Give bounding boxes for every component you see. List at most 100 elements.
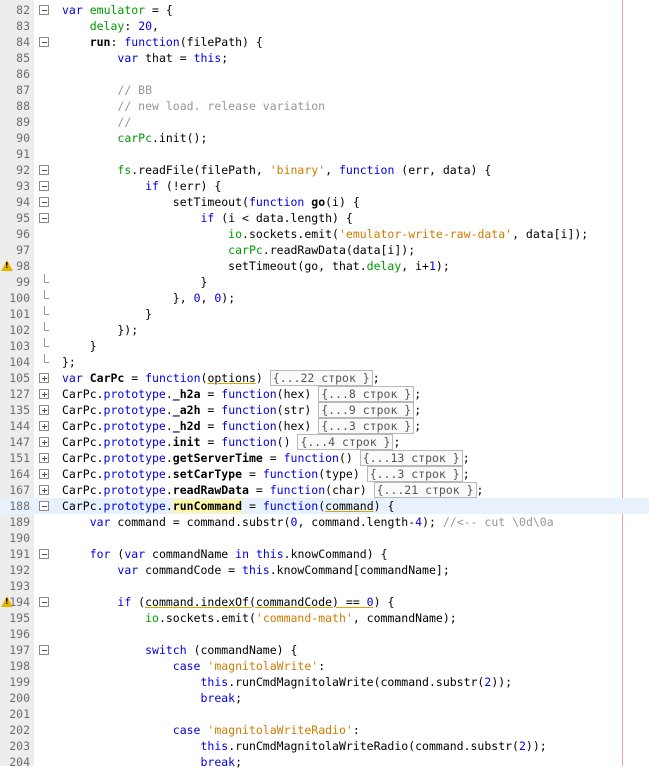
line-number[interactable]: 96 <box>0 226 30 242</box>
line-number[interactable]: 188 <box>0 498 30 514</box>
code-text[interactable]: var commandCode = this.knowCommand[comma… <box>62 562 449 578</box>
code-text[interactable]: var emulator = { <box>62 2 173 18</box>
line-number[interactable]: 91 <box>0 146 30 162</box>
code-line[interactable]: 104}; <box>0 354 649 370</box>
code-line[interactable]: 92 fs.readFile(filePath, 'binary', funct… <box>0 162 649 178</box>
code-text[interactable]: }; <box>62 354 76 370</box>
code-line[interactable]: 151 CarPc.prototype.getServerTime = funct… <box>0 450 649 466</box>
code-line[interactable]: 91 <box>0 146 649 162</box>
code-text[interactable]: CarPc.prototype.runCommand = function(co… <box>62 498 394 514</box>
line-number[interactable]: 201 <box>0 706 30 722</box>
code-line[interactable]: 204 break; <box>0 754 649 770</box>
line-number[interactable]: 82 <box>0 2 30 18</box>
code-line[interactable]: 195 io.sockets.emit('command-math', comm… <box>0 610 649 626</box>
collapse-fold-icon[interactable] <box>39 645 49 655</box>
code-line[interactable]: 199 this.runCmdMagnitolaWrite(command.su… <box>0 674 649 690</box>
line-number[interactable]: 94 <box>0 194 30 210</box>
code-line[interactable]: 83 delay: 20, <box>0 18 649 34</box>
code-text[interactable]: CarPc.prototype.readRawData = function(c… <box>62 482 483 498</box>
line-number[interactable]: 95 <box>0 210 30 226</box>
code-line[interactable]: 167 CarPc.prototype.readRawData = functio… <box>0 482 649 498</box>
line-number[interactable]: 87 <box>0 82 30 98</box>
code-text[interactable]: this.runCmdMagnitolaWrite(command.substr… <box>62 674 512 690</box>
code-text[interactable]: io.sockets.emit('command-math', commandN… <box>62 610 457 626</box>
collapse-fold-icon[interactable] <box>39 197 49 207</box>
code-text[interactable]: } <box>62 338 97 354</box>
line-number[interactable]: 164 <box>0 466 30 482</box>
line-number[interactable]: 86 <box>0 66 30 82</box>
line-number[interactable]: 197 <box>0 642 30 658</box>
line-number[interactable]: 105 <box>0 370 30 386</box>
code-line[interactable]: 103 } <box>0 338 649 354</box>
code-line[interactable]: 193 <box>0 578 649 594</box>
code-line[interactable]: 201 <box>0 706 649 722</box>
code-text[interactable]: }); <box>62 322 138 338</box>
code-line[interactable]: 89 // <box>0 114 649 130</box>
code-line[interactable]: 198 case 'magnitolaWrite': <box>0 658 649 674</box>
code-line[interactable]: 164 CarPc.prototype.setCarType = function… <box>0 466 649 482</box>
code-line[interactable]: 192 var commandCode = this.knowCommand[c… <box>0 562 649 578</box>
code-line[interactable]: 95 if (i < data.length) { <box>0 210 649 226</box>
code-text[interactable]: // BB <box>62 82 152 98</box>
code-text[interactable]: var that = this; <box>62 50 228 66</box>
code-text[interactable]: CarPc.prototype._h2d = function(hex) {..… <box>62 418 421 434</box>
line-number[interactable]: 191 <box>0 546 30 562</box>
code-line[interactable]: 196 <box>0 626 649 642</box>
line-number[interactable]: 151 <box>0 450 30 466</box>
code-text[interactable]: for (var commandName in this.knowCommand… <box>62 546 388 562</box>
line-number[interactable]: 99 <box>0 274 30 290</box>
code-text[interactable]: break; <box>62 754 242 770</box>
code-line[interactable]: 101 } <box>0 306 649 322</box>
line-number[interactable]: 90 <box>0 130 30 146</box>
code-text[interactable]: CarPc.prototype._h2a = function(hex) {..… <box>62 386 421 402</box>
line-number[interactable]: 192 <box>0 562 30 578</box>
code-line[interactable]: 88 // new load. release variation <box>0 98 649 114</box>
code-text[interactable]: run: function(filePath) { <box>62 34 263 50</box>
code-line[interactable]: 97 carPc.readRawData(data[i]); <box>0 242 649 258</box>
expand-fold-icon[interactable] <box>39 389 49 399</box>
code-editor[interactable]: 82 var emulator = {83 delay: 20, 84 run: f… <box>0 0 649 769</box>
code-text[interactable]: if (i < data.length) { <box>62 210 352 226</box>
line-number[interactable]: 189 <box>0 514 30 530</box>
code-line[interactable]: 90 carPc.init(); <box>0 130 649 146</box>
code-text[interactable]: CarPc.prototype._a2h = function(str) {..… <box>62 402 421 418</box>
code-text[interactable]: fs.readFile(filePath, 'binary', function… <box>62 162 491 178</box>
warning-icon[interactable] <box>1 596 13 607</box>
collapse-fold-icon[interactable] <box>39 37 49 47</box>
collapse-fold-icon[interactable] <box>39 213 49 223</box>
code-line[interactable]: 85 var that = this; <box>0 50 649 66</box>
code-text[interactable]: io.sockets.emit('emulator-write-raw-data… <box>62 226 588 242</box>
warning-icon[interactable] <box>1 260 13 271</box>
code-line[interactable]: 99 } <box>0 274 649 290</box>
line-number[interactable]: 102 <box>0 322 30 338</box>
code-text[interactable]: case 'magnitolaWriteRadio': <box>62 722 360 738</box>
line-number[interactable]: 93 <box>0 178 30 194</box>
code-text[interactable]: // new load. release variation <box>62 98 325 114</box>
code-text[interactable]: // <box>62 114 131 130</box>
code-line[interactable]: 96 io.sockets.emit('emulator-write-raw-d… <box>0 226 649 242</box>
code-text[interactable]: this.runCmdMagnitolaWriteRadio(command.s… <box>62 738 546 754</box>
line-number[interactable]: 104 <box>0 354 30 370</box>
line-number[interactable]: 190 <box>0 530 30 546</box>
collapse-fold-icon[interactable] <box>39 597 49 607</box>
expand-fold-icon[interactable] <box>39 405 49 415</box>
line-number[interactable]: 84 <box>0 34 30 50</box>
collapse-fold-icon[interactable] <box>39 5 49 15</box>
line-number[interactable]: 97 <box>0 242 30 258</box>
collapse-fold-icon[interactable] <box>39 501 49 511</box>
code-line[interactable]: 127 CarPc.prototype._h2a = function(hex) … <box>0 386 649 402</box>
code-line[interactable]: 135 CarPc.prototype._a2h = function(str) … <box>0 402 649 418</box>
line-number[interactable]: 147 <box>0 434 30 450</box>
code-line[interactable]: 203 this.runCmdMagnitolaWriteRadio(comma… <box>0 738 649 754</box>
line-number[interactable]: 144 <box>0 418 30 434</box>
line-number[interactable]: 89 <box>0 114 30 130</box>
code-text[interactable]: if (!err) { <box>62 178 221 194</box>
collapse-fold-icon[interactable] <box>39 181 49 191</box>
code-line[interactable]: 197 switch (commandName) { <box>0 642 649 658</box>
expand-fold-icon[interactable] <box>39 469 49 479</box>
line-number[interactable]: 196 <box>0 626 30 642</box>
code-line[interactable]: 102 }); <box>0 322 649 338</box>
expand-fold-icon[interactable] <box>39 437 49 447</box>
code-text[interactable]: } <box>62 306 152 322</box>
code-text[interactable]: break; <box>62 690 242 706</box>
